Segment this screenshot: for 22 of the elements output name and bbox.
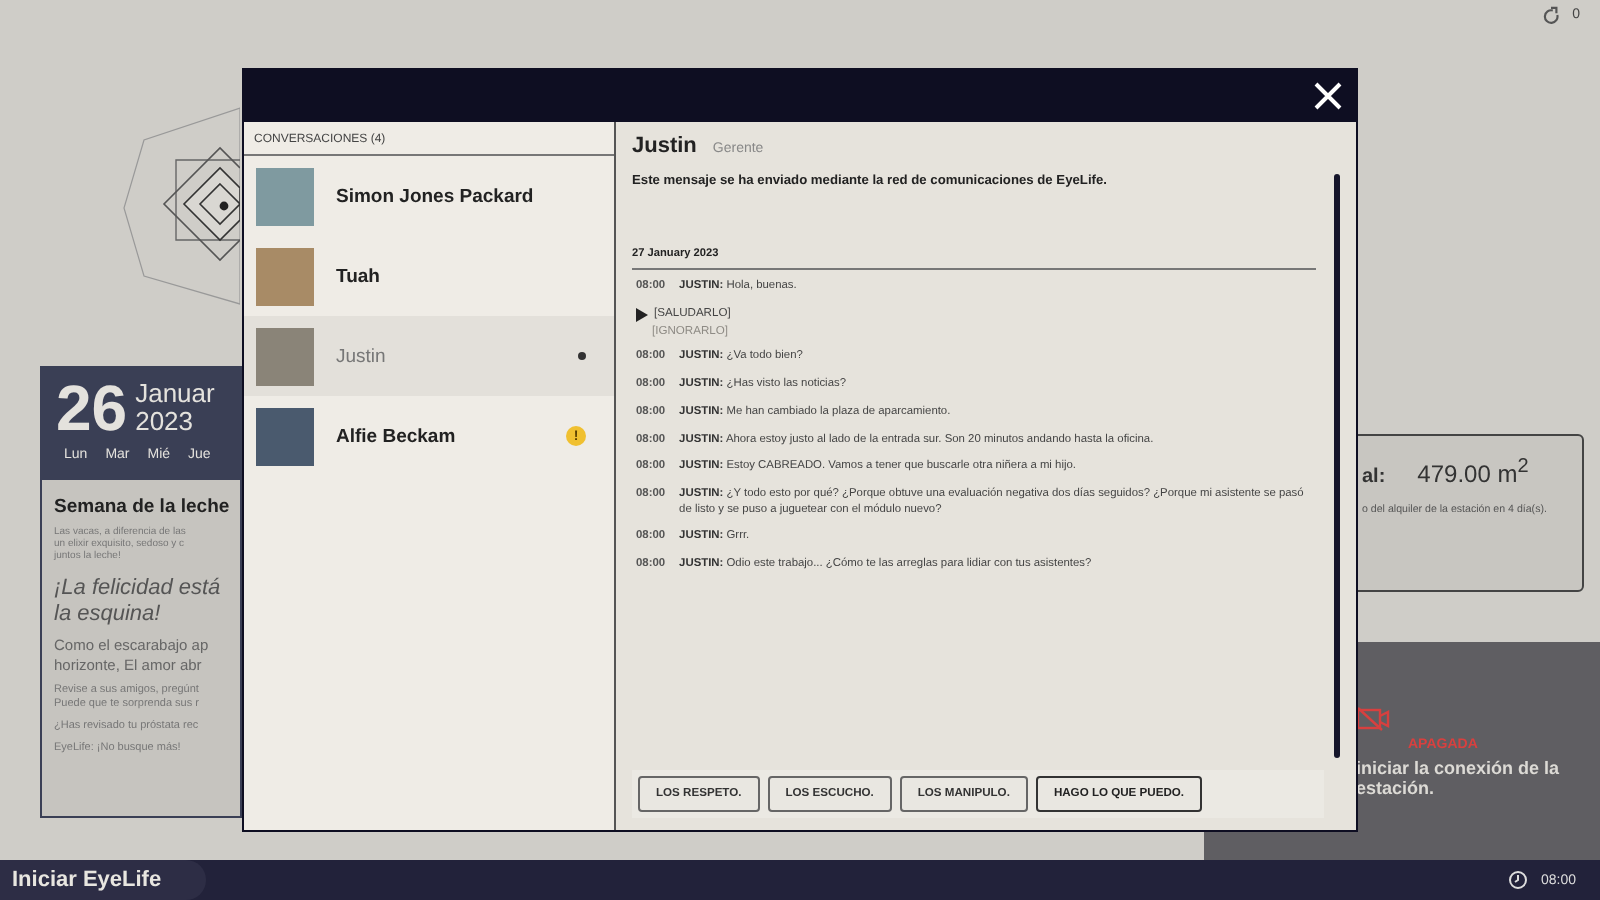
conversation-item[interactable]: Tuah [244, 236, 614, 316]
area-label: al: [1362, 466, 1386, 488]
day-number: 26 [56, 376, 128, 440]
avatar-placeholder [256, 327, 314, 385]
start-button[interactable]: Iniciar EyeLife [0, 860, 206, 900]
avatar-placeholder [256, 167, 314, 225]
month-text: Januar [135, 380, 215, 408]
close-button[interactable] [1312, 79, 1344, 111]
connection-message: iniciar la conexión de la estación. [1356, 758, 1562, 798]
area-value: 479.00 m$^{2}$ [1417, 456, 1529, 488]
camera-off-icon [1356, 706, 1390, 732]
clock-icon [1508, 870, 1529, 890]
year-text: 2023 [135, 408, 196, 436]
refresh-icon[interactable] [1542, 6, 1561, 24]
pointer-icon [636, 307, 648, 322]
article-slogan: ¡La felicidad está la esquina! [54, 576, 223, 628]
avatar-placeholder [256, 407, 314, 465]
article-title: Semana de la leche [54, 496, 228, 518]
conversation-item[interactable]: Simon Jones Packard [244, 156, 614, 236]
close-icon [1312, 79, 1344, 111]
contact-name: Justin [632, 134, 697, 158]
avatar-placeholder [256, 247, 314, 305]
